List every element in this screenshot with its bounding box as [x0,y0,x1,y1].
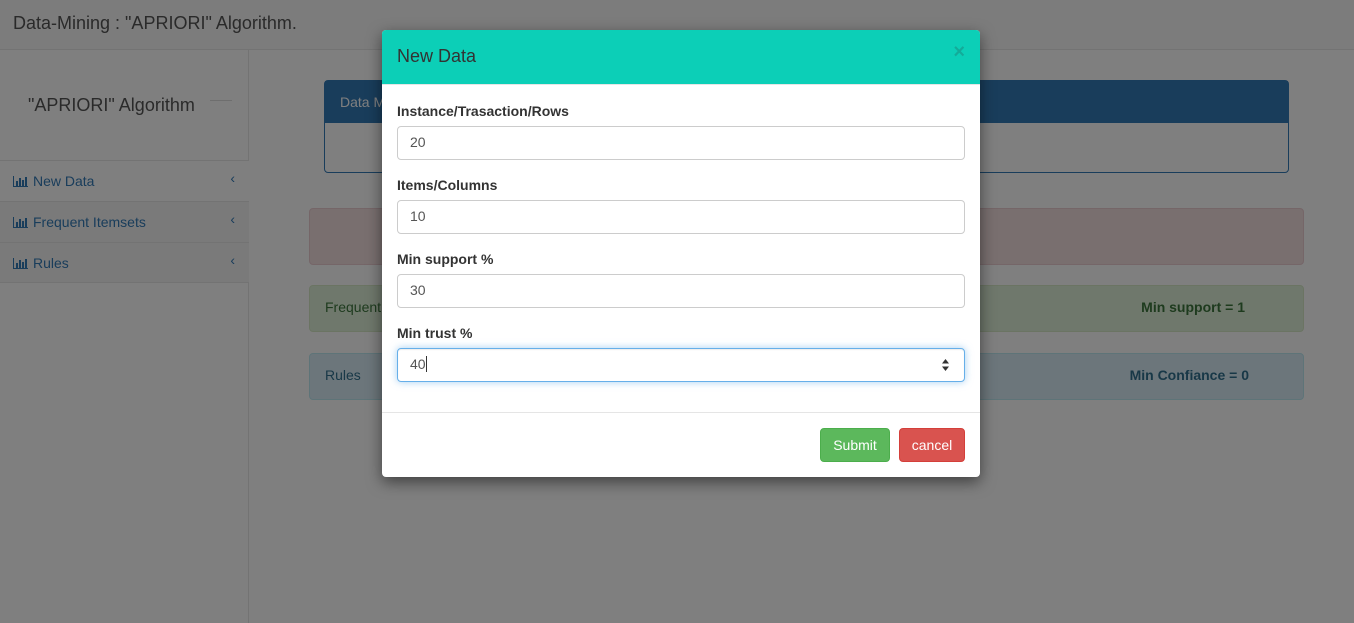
submit-button[interactable]: Submit [820,428,890,462]
modal-footer: Submit cancel [382,412,980,477]
rows-input[interactable]: 20 [397,126,965,160]
min-support-input[interactable]: 30 [397,274,965,308]
min-trust-input-value: 40 [410,356,426,372]
min-support-input-value: 30 [410,282,426,298]
text-caret [425,356,427,372]
new-data-modal: New Data × Instance/Trasaction/Rows 20 I… [382,30,980,477]
min-support-label: Min support % [397,251,494,267]
min-trust-input[interactable]: 40 [397,348,965,382]
modal-title: New Data [397,46,477,66]
modal-header: New Data × [382,30,980,85]
rows-label: Instance/Trasaction/Rows [397,103,569,119]
min-trust-label: Min trust % [397,325,473,341]
number-spinner-icon[interactable] [941,358,950,372]
close-icon[interactable]: × [953,42,965,62]
columns-input[interactable]: 10 [397,200,965,234]
columns-input-value: 10 [410,208,426,224]
columns-label: Items/Columns [397,177,498,193]
rows-input-value: 20 [410,134,426,150]
cancel-button[interactable]: cancel [899,428,965,462]
